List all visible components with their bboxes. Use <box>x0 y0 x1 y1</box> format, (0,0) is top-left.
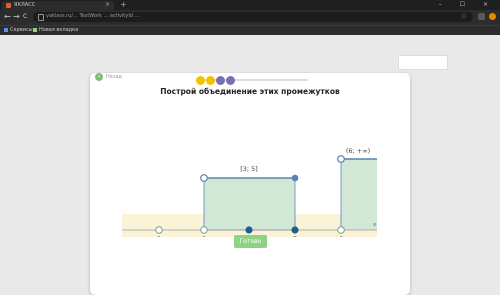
profile-avatar[interactable] <box>489 13 496 20</box>
site-favicon-icon <box>6 3 11 8</box>
exercise-title: Построй объединение этих промежутков <box>160 87 340 96</box>
interval-3-5-area[interactable] <box>203 177 296 231</box>
axis-point-6[interactable] <box>337 226 345 234</box>
exercise-card: ‹ Назад Построй объединение этих промежу… <box>90 73 410 295</box>
page-icon <box>33 27 37 32</box>
tick-label: 5 <box>293 236 297 237</box>
interval-6-inf-handle[interactable] <box>337 155 345 163</box>
tick-label: 6 <box>339 236 343 237</box>
progress-track <box>196 76 308 85</box>
reload-icon[interactable]: C <box>23 12 27 22</box>
ready-button[interactable]: Готово <box>234 235 267 248</box>
grid-icon <box>4 27 8 32</box>
bookmark-new-tab[interactable]: Новая вкладка <box>33 27 78 33</box>
axis-point-3[interactable] <box>200 226 208 234</box>
interval-6-inf-area[interactable] <box>341 159 377 230</box>
axis-point-4[interactable] <box>245 226 253 234</box>
bookmark-star-icon[interactable]: ☆ <box>461 12 467 20</box>
tick-label: 3 <box>202 236 206 237</box>
axis-point-2[interactable] <box>155 226 163 234</box>
chevron-left-icon: ‹ <box>95 73 103 81</box>
progress-dot <box>196 76 205 85</box>
address-bar[interactable]: yaklass.ru/... TestWork ... activityId .… <box>33 12 473 22</box>
progress-dot <box>216 76 225 85</box>
browser-tab-strip: ЯКЛАСС × + – ☐ × <box>0 0 500 10</box>
browser-toolbar: ← → C yaklass.ru/... TestWork ... activi… <box>0 10 500 25</box>
number-line-canvas[interactable]: [3; 5] (6; +∞) x 2 3 4 5 6 <box>90 107 410 237</box>
axis-point-5[interactable] <box>291 226 299 234</box>
back-label: Назад <box>106 74 123 80</box>
browser-tab[interactable]: ЯКЛАСС × <box>2 1 114 10</box>
popup-panel <box>398 55 448 70</box>
interval-3-5-label: [3; 5] <box>240 165 258 173</box>
back-nav-icon[interactable]: ← <box>4 12 11 22</box>
axis-variable-label: x <box>372 222 377 228</box>
tick-label: 2 <box>157 236 161 237</box>
extension-icon[interactable] <box>478 13 485 20</box>
interval-6-inf-label: (6; +∞) <box>346 147 370 155</box>
page-content: ‹ Назад Построй объединение этих промежу… <box>0 35 500 295</box>
tab-close-icon[interactable]: × <box>105 1 110 8</box>
url-text: yaklass.ru/... TestWork ... activityId .… <box>46 13 140 19</box>
window-controls[interactable]: – ☐ × <box>439 1 496 8</box>
bookmark-services[interactable]: Сервисы <box>4 27 33 33</box>
interval-3-5-left-handle[interactable] <box>200 174 208 182</box>
forward-nav-icon[interactable]: → <box>13 12 20 22</box>
bookmarks-bar: Сервисы Новая вкладка <box>0 25 500 35</box>
tab-title: ЯКЛАСС <box>14 2 36 8</box>
new-tab-button[interactable]: + <box>120 0 127 10</box>
lock-icon <box>38 14 44 21</box>
progress-dot <box>206 76 215 85</box>
interval-3-5-right-handle[interactable] <box>291 174 299 182</box>
progress-dot <box>226 76 235 85</box>
